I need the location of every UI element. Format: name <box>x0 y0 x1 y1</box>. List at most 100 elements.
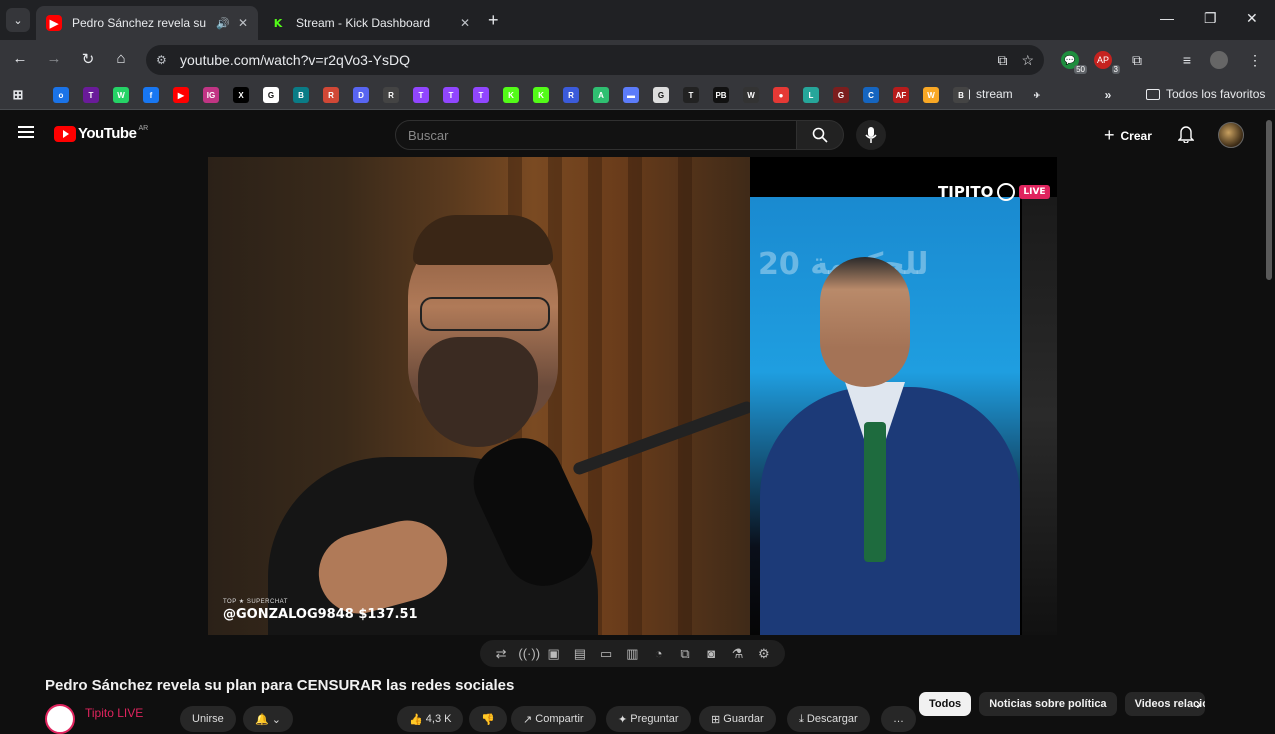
bookmark-icon[interactable]: G <box>263 87 279 103</box>
loop-icon[interactable]: ⇄ <box>492 646 510 662</box>
save-button[interactable]: ⊞ Guardar <box>699 706 776 732</box>
channel-name[interactable]: Tipito LIVE <box>85 706 143 720</box>
bookmark-icon[interactable]: IG <box>203 87 219 103</box>
bookmark-icon[interactable]: G <box>833 87 849 103</box>
profile-icon[interactable] <box>1210 51 1228 69</box>
clapper-icon[interactable]: ▤ <box>571 646 589 662</box>
voice-search-button[interactable] <box>856 120 886 150</box>
bookmark-icon[interactable]: f <box>143 87 159 103</box>
sparkle-icon: ✦ <box>618 713 631 726</box>
ap-extension-icon[interactable]: AP 3 <box>1094 51 1120 74</box>
tab-search-button[interactable]: ⌄ <box>6 8 30 32</box>
ask-button[interactable]: ✦ Preguntar <box>606 706 691 732</box>
pip-icon[interactable]: ⧉ <box>676 646 694 662</box>
bookmark-icon[interactable]: K <box>503 87 519 103</box>
broadcast-icon[interactable]: ((·)) <box>518 646 540 661</box>
chip-related[interactable]: Videos relacion <box>1124 692 1205 716</box>
back-icon[interactable]: ← <box>10 50 30 67</box>
puzzle-icon[interactable]: ⧉ <box>1128 51 1146 69</box>
bookmark-icon[interactable]: B <box>293 87 309 103</box>
tab-title: Stream - Kick Dashboard <box>296 16 431 30</box>
speaker-head <box>820 257 910 387</box>
view-icon[interactable]: ▣ <box>545 646 563 662</box>
home-icon[interactable]: ⌂ <box>111 50 131 67</box>
notify-button[interactable]: 🔔 ⌄ <box>243 706 293 732</box>
minimize-icon[interactable]: — <box>1160 10 1174 26</box>
dislike-button[interactable]: 👎 <box>469 706 507 732</box>
bookmark-icon[interactable]: W <box>113 87 129 103</box>
forward-icon[interactable]: → <box>44 50 64 67</box>
bookmark-icon[interactable]: G <box>653 87 669 103</box>
flask-icon[interactable]: ⚗ <box>729 646 747 662</box>
bookmark-icon[interactable]: W <box>923 87 939 103</box>
more-bookmarks-icon[interactable]: » <box>1100 87 1116 103</box>
search-input[interactable]: Buscar <box>395 120 797 150</box>
bookmark-icon[interactable]: T <box>683 87 699 103</box>
camera-icon[interactable]: ◙ <box>702 646 720 661</box>
bookmark-icon[interactable]: R <box>563 87 579 103</box>
bookmark-icon[interactable]: T <box>413 87 429 103</box>
bookmark-icon[interactable]: ▬ <box>623 87 639 103</box>
channel-avatar[interactable] <box>45 704 75 734</box>
site-info-icon[interactable]: ⚙ <box>156 53 172 67</box>
youtube-logo[interactable]: YouTube AR <box>54 125 148 142</box>
tab-kick[interactable]: K Stream - Kick Dashboard ✕ <box>260 6 480 40</box>
bookmark-icon[interactable]: K <box>533 87 549 103</box>
close-icon[interactable]: ✕ <box>238 16 248 30</box>
more-actions-button[interactable]: … <box>881 706 916 732</box>
speaker-icon[interactable]: 🔊 <box>216 17 230 30</box>
apps-grid-icon[interactable]: ⊞ <box>10 87 26 103</box>
close-icon[interactable]: ✕ <box>460 16 470 30</box>
new-tab-button[interactable]: + <box>488 10 499 31</box>
create-button[interactable]: + Crear <box>1104 125 1152 146</box>
video-player[interactable]: TOP ★ SUPERCHAT @GONZALOG9848 $137.51 لل… <box>208 157 1057 635</box>
chip-politics[interactable]: Noticias sobre política <box>979 692 1117 716</box>
search-button[interactable] <box>796 120 844 150</box>
media-control-icon[interactable]: ≡ <box>1178 51 1196 69</box>
bookmark-icon[interactable]: B <box>953 87 969 103</box>
youtube-icon: ▶ <box>46 15 62 31</box>
url-text[interactable]: youtube.com/watch?v=r2qVo3-YsDQ <box>180 52 983 68</box>
bookmark-icon[interactable]: R <box>323 87 339 103</box>
hamburger-menu-icon[interactable] <box>18 126 34 138</box>
bookmark-icon[interactable]: A <box>593 87 609 103</box>
install-icon[interactable]: ⧉ <box>997 52 1007 69</box>
miniplayer-icon[interactable]: ▭ <box>597 646 615 662</box>
bookmark-icon[interactable]: PB <box>713 87 729 103</box>
close-window-icon[interactable]: ✕ <box>1246 10 1258 27</box>
reload-icon[interactable]: ↻ <box>78 50 98 68</box>
bookmark-icon[interactable]: R <box>383 87 399 103</box>
tab-youtube[interactable]: ▶ Pedro Sánchez revela su pla 🔊 ✕ <box>36 6 258 40</box>
chat-extension-icon[interactable]: 💬 50 <box>1061 51 1087 74</box>
address-bar[interactable]: ⚙ youtube.com/watch?v=r2qVo3-YsDQ ⧉ ☆ <box>146 45 1044 75</box>
all-bookmarks-folder[interactable]: Todos los favoritos <box>1146 87 1265 101</box>
bookmark-icon[interactable]: C <box>863 87 879 103</box>
avatar[interactable] <box>1218 122 1244 148</box>
chevron-right-icon[interactable]: › <box>1196 696 1201 714</box>
bookmark-icon[interactable]: T <box>443 87 459 103</box>
theater-icon[interactable]: ▥ <box>623 646 641 662</box>
chip-all[interactable]: Todos <box>919 692 972 716</box>
page-scrollbar[interactable] <box>1266 120 1272 280</box>
menu-dots-icon[interactable]: ⋮ <box>1246 51 1264 69</box>
bookmark-icon[interactable]: D <box>353 87 369 103</box>
settings-gear-icon[interactable]: ⚙ <box>755 646 773 662</box>
bookmark-icon[interactable]: ▶ <box>173 87 189 103</box>
speed-icon[interactable]: ◔ <box>650 646 668 661</box>
notifications-bell-icon[interactable] <box>1177 125 1195 148</box>
join-button[interactable]: Unirse <box>180 706 236 732</box>
bookmark-icon[interactable]: o <box>53 87 69 103</box>
bookmark-icon[interactable]: AF <box>893 87 909 103</box>
bookmark-icon[interactable]: L <box>803 87 819 103</box>
like-button[interactable]: 👍 4,3 K <box>397 706 464 732</box>
bookmark-icon[interactable]: T <box>473 87 489 103</box>
download-button[interactable]: ⤓ Descargar <box>787 706 870 732</box>
bookmark-icon[interactable]: W <box>743 87 759 103</box>
restore-icon[interactable]: ❐ <box>1204 10 1217 27</box>
bookmark-icon[interactable]: X <box>233 87 249 103</box>
bookmark-icon[interactable]: ✈ <box>1029 87 1045 103</box>
star-icon[interactable]: ☆ <box>1021 52 1034 69</box>
share-button[interactable]: ↗ Compartir <box>511 706 596 732</box>
bookmark-icon[interactable]: ● <box>773 87 789 103</box>
bookmark-icon[interactable]: T <box>83 87 99 103</box>
